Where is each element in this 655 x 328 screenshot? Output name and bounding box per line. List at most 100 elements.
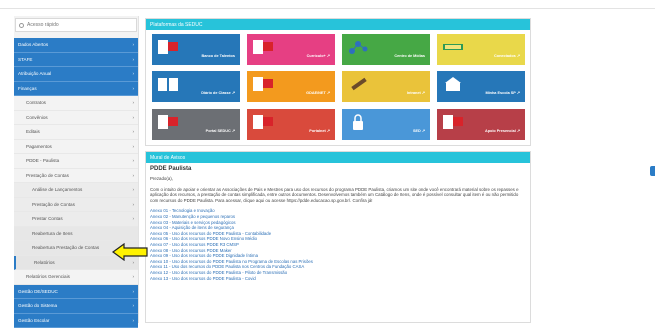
platforms-panel: Plataformas da SEDUC Banco de Talentos Cu… bbox=[145, 18, 531, 146]
annex-link[interactable]: Anexo 13 - Uso dos recursos do PDDE Paul… bbox=[150, 276, 524, 282]
sidebar-item-label: Contratos bbox=[26, 100, 46, 105]
platform-tile[interactable]: Intranet ↗ bbox=[342, 71, 430, 102]
sidebar-item-label: Prestar Contas bbox=[32, 216, 63, 221]
platform-tile-label: GDAE/NET ↗ bbox=[306, 90, 330, 95]
sidebar-item-label: Prestação de Contas bbox=[32, 202, 75, 207]
mural-content: PDDE Paulista Prezado(a), Com o intuito … bbox=[150, 166, 524, 281]
sidebar-item-label: Prestação de Contas bbox=[26, 173, 69, 178]
chevron-right-icon: › bbox=[133, 216, 135, 221]
school-icon bbox=[441, 75, 465, 93]
connected-logo-icon bbox=[441, 38, 465, 56]
annex-links: Anexo 01 - Tecnologia e InovaçãoAnexo 02… bbox=[150, 208, 524, 281]
sidebar-item[interactable]: Prestar Contas › bbox=[14, 212, 138, 227]
chevron-right-icon: › bbox=[133, 318, 135, 323]
platform-tile[interactable]: GDAE/NET ↗ bbox=[247, 71, 335, 102]
platform-tile-label: Currículo+ ↗ bbox=[307, 53, 330, 58]
sidebar-item-label: PDDE - Paulista bbox=[26, 158, 59, 163]
platform-tile[interactable]: Conectados ↗ bbox=[437, 34, 525, 65]
search-icon bbox=[19, 23, 24, 28]
sidebar-item-label: Relatórios Gerenciais bbox=[26, 274, 70, 279]
platform-tile-label: Centro de Mídias bbox=[394, 54, 425, 58]
sidebar-item-label: Gestão DE/SEDUC bbox=[18, 289, 58, 294]
chevron-right-icon: › bbox=[133, 115, 135, 120]
platform-tile[interactable]: Portal SEDUC ↗ bbox=[152, 109, 240, 140]
platform-tile[interactable]: Centro de Mídias bbox=[342, 34, 430, 65]
network-icon bbox=[346, 38, 370, 56]
mural-greeting: Prezado(a), bbox=[150, 176, 524, 182]
platform-tile-label: Portal SEDUC ↗ bbox=[206, 128, 235, 133]
search-box[interactable] bbox=[15, 18, 137, 32]
red-flag-icon bbox=[251, 113, 275, 131]
pencil-icon bbox=[346, 75, 370, 93]
sidebar-item[interactable]: Prestação de Contas › bbox=[14, 169, 138, 184]
sidebar-item-label: Gestão Escolar bbox=[18, 318, 49, 323]
sidebar-item-label: Relatórios bbox=[34, 260, 55, 265]
platform-tile[interactable]: Minha Escola SP ↗ bbox=[437, 71, 525, 102]
platform-tile-label: SED ↗ bbox=[413, 128, 425, 133]
sidebar-item[interactable]: Dados Abertos › bbox=[14, 38, 138, 53]
platform-tile-label: Intranet ↗ bbox=[407, 90, 425, 95]
mural-heading: PDDE Paulista bbox=[150, 166, 524, 172]
platform-tile[interactable]: Portalnet ↗ bbox=[247, 109, 335, 140]
sidebar-item[interactable]: Editais › bbox=[14, 125, 138, 140]
side-tab-icon[interactable] bbox=[650, 166, 655, 176]
top-divider bbox=[0, 8, 655, 9]
chevron-right-icon: › bbox=[133, 158, 135, 163]
sidebar-item-label: STAFE bbox=[18, 57, 32, 62]
sidebar-item-label: Gestão do Sistema bbox=[18, 303, 57, 308]
search-input[interactable] bbox=[27, 22, 127, 28]
red-flag-icon bbox=[441, 113, 465, 131]
sidebar-item[interactable]: Convênios › bbox=[14, 111, 138, 126]
sidebar-item[interactable]: Gestão do Sistema › bbox=[14, 299, 138, 314]
sidebar-item-label: Reabertura Prestação de Contas bbox=[32, 245, 99, 250]
sidebar-item-label: Finanças bbox=[18, 86, 37, 91]
red-flag-icon bbox=[156, 38, 180, 56]
sidebar-item[interactable]: Finanças› bbox=[14, 82, 138, 97]
sidebar-menu: Dados Abertos›STAFE›Atribuição Anual›Fin… bbox=[14, 38, 138, 328]
sidebar-item[interactable]: STAFE › bbox=[14, 53, 138, 68]
book-icon bbox=[156, 75, 180, 93]
sidebar-item[interactable]: Pagamentos› bbox=[14, 140, 138, 155]
sidebar-item-label: Dados Abertos bbox=[18, 42, 48, 47]
platform-tile[interactable]: Currículo+ ↗ bbox=[247, 34, 335, 65]
platform-tile[interactable]: Banco de Talentos bbox=[152, 34, 240, 65]
chevron-right-icon: › bbox=[133, 129, 135, 134]
platform-tile-label: Conectados ↗ bbox=[494, 53, 520, 58]
platform-tile-label: Apoio Presencial ↗ bbox=[485, 128, 520, 133]
red-flag-icon bbox=[251, 38, 275, 56]
chevron-right-icon: › bbox=[133, 187, 135, 192]
sidebar-item[interactable]: Reabertura de Itens bbox=[14, 227, 138, 242]
sidebar-item[interactable]: Gestão Escolar › bbox=[14, 314, 138, 328]
chevron-right-icon: › bbox=[133, 303, 135, 308]
mural-body: Com o intuito de apoiar e orientar as As… bbox=[150, 187, 524, 204]
sidebar-item-label: Análise de Lançamentos bbox=[32, 187, 82, 192]
yellow-arrow-icon bbox=[112, 243, 148, 261]
sidebar-item[interactable]: Contratos› bbox=[14, 96, 138, 111]
sidebar-item[interactable]: Relatórios Gerenciais › bbox=[14, 270, 138, 285]
sidebar-item[interactable]: PDDE - Paulista › bbox=[14, 154, 138, 169]
platform-tile[interactable]: Diário de Classe ↗ bbox=[152, 71, 240, 102]
sidebar-item-label: Reabertura de Itens bbox=[32, 231, 73, 236]
sidebar-item[interactable]: Atribuição Anual› bbox=[14, 67, 138, 82]
mural-title: Mural de Avisos bbox=[146, 152, 530, 163]
sidebar: Dados Abertos›STAFE›Atribuição Anual›Fin… bbox=[14, 16, 139, 323]
sidebar-item[interactable]: Análise de Lançamentos › bbox=[14, 183, 138, 198]
red-flag-icon bbox=[156, 113, 180, 131]
sidebar-item-label: Editais bbox=[26, 129, 40, 134]
platform-tile[interactable]: SED ↗ bbox=[342, 109, 430, 140]
red-flag-icon bbox=[251, 75, 275, 93]
chevron-right-icon: › bbox=[133, 42, 135, 47]
chevron-right-icon: › bbox=[133, 144, 135, 149]
chevron-right-icon: › bbox=[133, 289, 135, 294]
sidebar-item-label: Convênios bbox=[26, 115, 48, 120]
platform-tile[interactable]: Apoio Presencial ↗ bbox=[437, 109, 525, 140]
chevron-right-icon: › bbox=[133, 57, 135, 62]
chevron-right-icon: › bbox=[133, 274, 135, 279]
sidebar-item[interactable]: Gestão DE/SEDUC › bbox=[14, 285, 138, 300]
platform-tile-label: Banco de Talentos bbox=[202, 54, 235, 58]
chevron-right-icon: › bbox=[133, 71, 135, 76]
chevron-right-icon: › bbox=[133, 173, 135, 178]
platform-tile-label: Minha Escola SP ↗ bbox=[485, 90, 520, 95]
sidebar-item[interactable]: Prestação de Contas› bbox=[14, 198, 138, 213]
platforms-title: Plataformas da SEDUC bbox=[146, 19, 530, 30]
